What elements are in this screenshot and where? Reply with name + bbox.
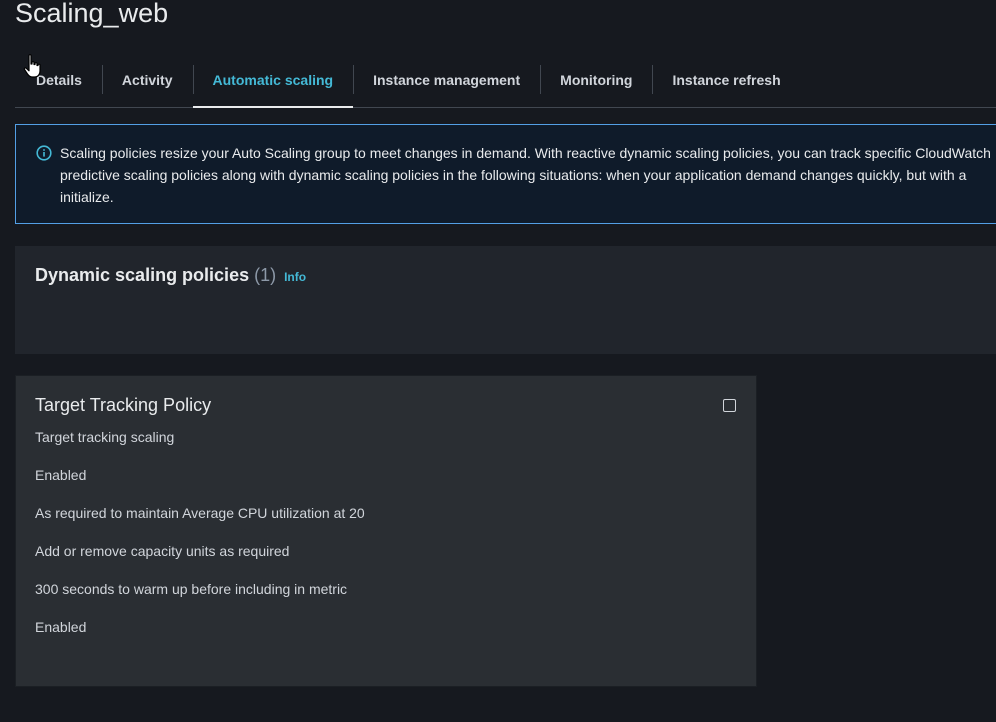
policy-select-checkbox[interactable] (723, 399, 736, 412)
page: Scaling_web Details Activity Automatic s… (0, 0, 996, 722)
section-title: Dynamic scaling policies (1) Info (35, 265, 306, 286)
alert-line: predictive scaling policies along with d… (60, 167, 967, 183)
policy-name: Target Tracking Policy (35, 395, 212, 415)
policy-action: Add or remove capacity units as required (35, 543, 290, 559)
tab-label: Instance refresh (672, 71, 781, 88)
policy-target: As required to maintain Average CPU util… (35, 505, 365, 521)
dynamic-scaling-policies-panel: Dynamic scaling policies (1) Info (15, 246, 996, 354)
tab-automatic-scaling[interactable]: Automatic scaling (192, 52, 354, 108)
tab-activity[interactable]: Activity (101, 52, 193, 107)
tab-label: Activity (121, 71, 173, 88)
alert-line: initialize. (60, 189, 114, 205)
policy-scale-in: Enabled (35, 619, 87, 635)
tab-instance-refresh[interactable]: Instance refresh (652, 52, 800, 107)
policy-type: Target tracking scaling (35, 429, 175, 445)
policy-count: (1) (254, 265, 277, 285)
info-circle-icon (36, 145, 52, 161)
info-alert: Scaling policies resize your Auto Scalin… (15, 124, 996, 224)
tab-label: Instance management (373, 71, 521, 88)
policy-status: Enabled (35, 467, 87, 483)
tab-monitoring[interactable]: Monitoring (540, 52, 652, 107)
alert-line: Scaling policies resize your Auto Scalin… (60, 145, 991, 161)
policy-warmup: 300 seconds to warm up before including … (35, 581, 348, 597)
tab-instance-management[interactable]: Instance management (353, 52, 540, 107)
hand-cursor-icon (23, 54, 41, 78)
policy-card: Target Tracking Policy Target tracking s… (15, 375, 757, 687)
tab-label: Monitoring (560, 71, 633, 88)
tab-bar: Details Activity Automatic scaling Insta… (15, 52, 996, 108)
tab-label: Automatic scaling (212, 71, 334, 88)
alert-message: Scaling policies resize your Auto Scalin… (60, 142, 996, 208)
section-title-text: Dynamic scaling policies (35, 265, 250, 285)
page-title: Scaling_web (15, 0, 169, 28)
info-link[interactable]: Info (284, 270, 306, 284)
